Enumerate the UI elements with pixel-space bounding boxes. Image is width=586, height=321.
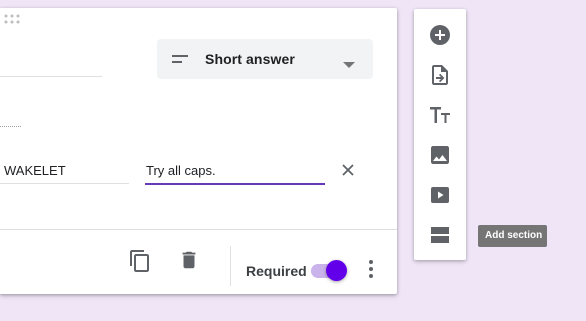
video-icon[interactable] xyxy=(428,183,452,207)
drag-handle-icon[interactable] xyxy=(4,14,22,24)
close-icon[interactable] xyxy=(341,163,355,182)
title-icon[interactable] xyxy=(428,103,452,127)
duplicate-icon[interactable] xyxy=(128,249,152,278)
short-answer-icon xyxy=(171,52,189,71)
answer-placeholder-line xyxy=(0,126,21,127)
section-icon[interactable] xyxy=(428,223,452,247)
tooltip-add-section: Add section xyxy=(478,225,547,247)
add-circle-icon[interactable] xyxy=(428,23,452,47)
custom-error-text: Try all caps. xyxy=(146,163,216,178)
image-icon[interactable] xyxy=(428,143,452,167)
validation-option-text: WAKELET xyxy=(4,163,66,178)
chevron-down-icon xyxy=(343,56,355,74)
custom-error-text-input[interactable]: Try all caps. xyxy=(145,155,325,185)
tooltip-text: Add section xyxy=(485,230,543,241)
footer-vertical-divider xyxy=(230,246,231,286)
toggle-thumb xyxy=(326,260,347,281)
footer-divider xyxy=(0,229,397,230)
required-label: Required xyxy=(246,263,307,279)
validation-option-field[interactable]: WAKELET xyxy=(0,155,129,184)
question-title-underline xyxy=(0,76,102,77)
question-card: Short answer WAKELET Try all caps. Requi… xyxy=(0,8,397,294)
import-icon[interactable] xyxy=(428,63,452,87)
trash-icon[interactable] xyxy=(178,249,200,276)
more-vert-icon[interactable] xyxy=(363,257,379,286)
required-toggle[interactable] xyxy=(309,259,347,283)
question-type-label: Short answer xyxy=(205,51,295,67)
question-type-dropdown[interactable]: Short answer xyxy=(157,39,373,79)
floating-toolbar xyxy=(414,9,466,260)
